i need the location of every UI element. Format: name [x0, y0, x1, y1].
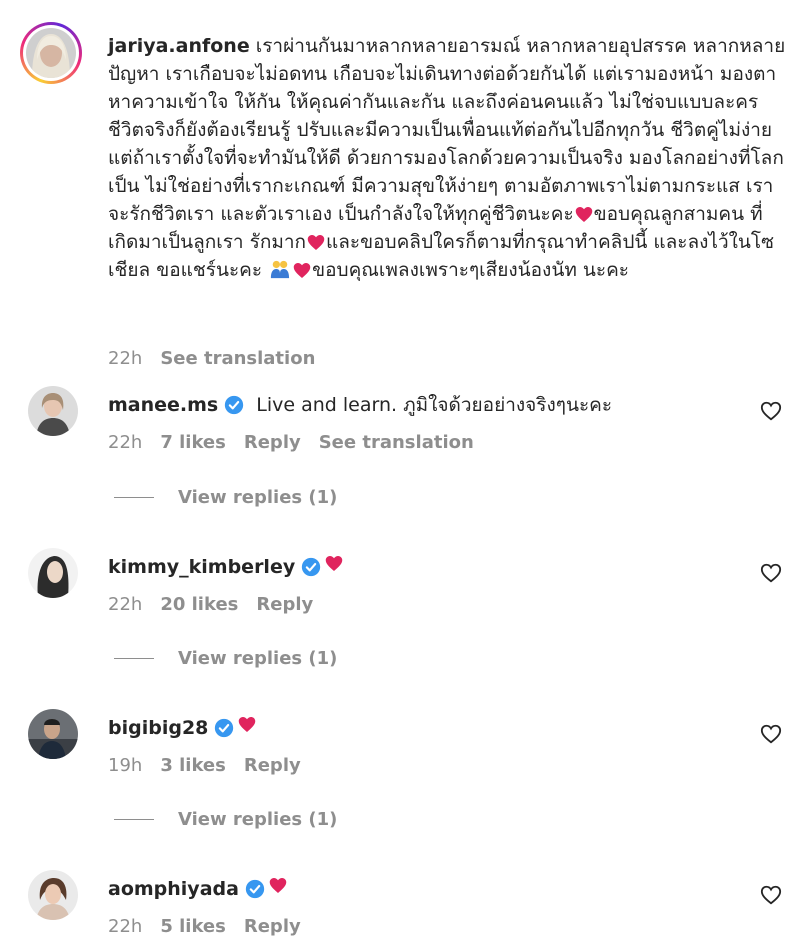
caption-meta: 22h See translation [108, 348, 315, 369]
avatar-image [28, 709, 78, 759]
red-heart-emoji-icon [575, 207, 592, 222]
likes-count[interactable]: 7 likes [160, 432, 226, 453]
comment-username[interactable]: manee.ms [108, 392, 218, 418]
avatar[interactable] [26, 28, 76, 78]
comment-meta: 22h 20 likes Reply [108, 594, 728, 615]
heart-outline-icon[interactable] [760, 400, 782, 422]
replies-dash [114, 819, 154, 820]
avatar[interactable] [28, 709, 78, 759]
reply-button[interactable]: Reply [256, 594, 313, 615]
verified-badge-icon [215, 718, 234, 738]
story-ring[interactable] [20, 22, 82, 84]
caption-text-part4: ขอบคุณเพลงเพราะๆเสียงน้องนัท นะคะ [312, 259, 629, 281]
see-translation-button[interactable]: See translation [160, 348, 315, 369]
red-heart-emoji-icon [307, 235, 325, 250]
avatar[interactable] [28, 386, 78, 436]
avatar[interactable] [28, 870, 78, 920]
caption-time[interactable]: 22h [108, 348, 142, 369]
comment-meta: 22h 5 likes Reply [108, 916, 728, 937]
reply-button[interactable]: Reply [244, 916, 301, 937]
comment-username[interactable]: kimmy_kimberley [108, 554, 295, 580]
comment-time[interactable]: 22h [108, 432, 142, 453]
comment-body: bigibig28 19h 3 likes Reply [108, 715, 728, 776]
comment-time[interactable]: 22h [108, 916, 142, 937]
comment-body: kimmy_kimberley 22h 20 likes Reply [108, 554, 728, 615]
caption-body: jariya.anfone เราผ่านกันมาหลากหลายอารมณ์ … [108, 32, 788, 284]
comment-time[interactable]: 19h [108, 755, 142, 776]
avatar-image [28, 870, 78, 920]
view-replies-button[interactable]: View replies (1) [114, 809, 337, 830]
heart-outline-icon[interactable] [760, 562, 782, 584]
comment-username[interactable]: aomphiyada [108, 876, 239, 902]
view-replies-button[interactable]: View replies (1) [114, 648, 337, 669]
view-replies-label: View replies (1) [178, 487, 338, 508]
comment-body: manee.ms Live and learn. ภูมิใจด้วยอย่าง… [108, 392, 728, 453]
comment-text: Live and learn. ภูมิใจด้วยอย่างจริงๆนะคะ [256, 394, 613, 416]
verified-badge-icon [225, 395, 244, 415]
reply-button[interactable]: Reply [244, 755, 301, 776]
comments-panel: jariya.anfone เราผ่านกันมาหลากหลายอารมณ์ … [0, 0, 800, 949]
caption-text-part1: เราผ่านกันมาหลากหลายอารมณ์ หลากหลายอุปสร… [108, 35, 786, 225]
likes-count[interactable]: 5 likes [160, 916, 226, 937]
comment-meta: 22h 7 likes Reply See translation [108, 432, 728, 453]
comment-meta: 19h 3 likes Reply [108, 755, 728, 776]
likes-count[interactable]: 20 likes [160, 594, 238, 615]
avatar-image [28, 548, 78, 598]
red-heart-emoji-icon [325, 555, 343, 571]
red-heart-emoji-icon [239, 716, 256, 732]
replies-dash [114, 497, 154, 498]
view-replies-button[interactable]: View replies (1) [114, 487, 337, 508]
comment-time[interactable]: 22h [108, 594, 142, 615]
avatar[interactable] [28, 548, 78, 598]
replies-dash [114, 658, 154, 659]
verified-badge-icon [245, 879, 265, 899]
see-translation-button[interactable]: See translation [319, 432, 474, 453]
avatar-image [28, 386, 78, 436]
red-heart-emoji-icon [269, 877, 287, 893]
comment-username[interactable]: bigibig28 [108, 715, 208, 741]
view-replies-label: View replies (1) [178, 648, 338, 669]
view-replies-label: View replies (1) [178, 809, 338, 830]
reply-button[interactable]: Reply [244, 432, 301, 453]
couple-emoji-icon [271, 260, 290, 279]
verified-badge-icon [302, 557, 321, 577]
heart-outline-icon[interactable] [760, 884, 782, 906]
likes-count[interactable]: 3 likes [160, 755, 226, 776]
caption-username[interactable]: jariya.anfone [108, 35, 250, 57]
red-heart-emoji-icon [293, 263, 311, 278]
comment-body: aomphiyada 22h 5 likes Reply [108, 876, 728, 937]
heart-outline-icon[interactable] [760, 723, 782, 745]
